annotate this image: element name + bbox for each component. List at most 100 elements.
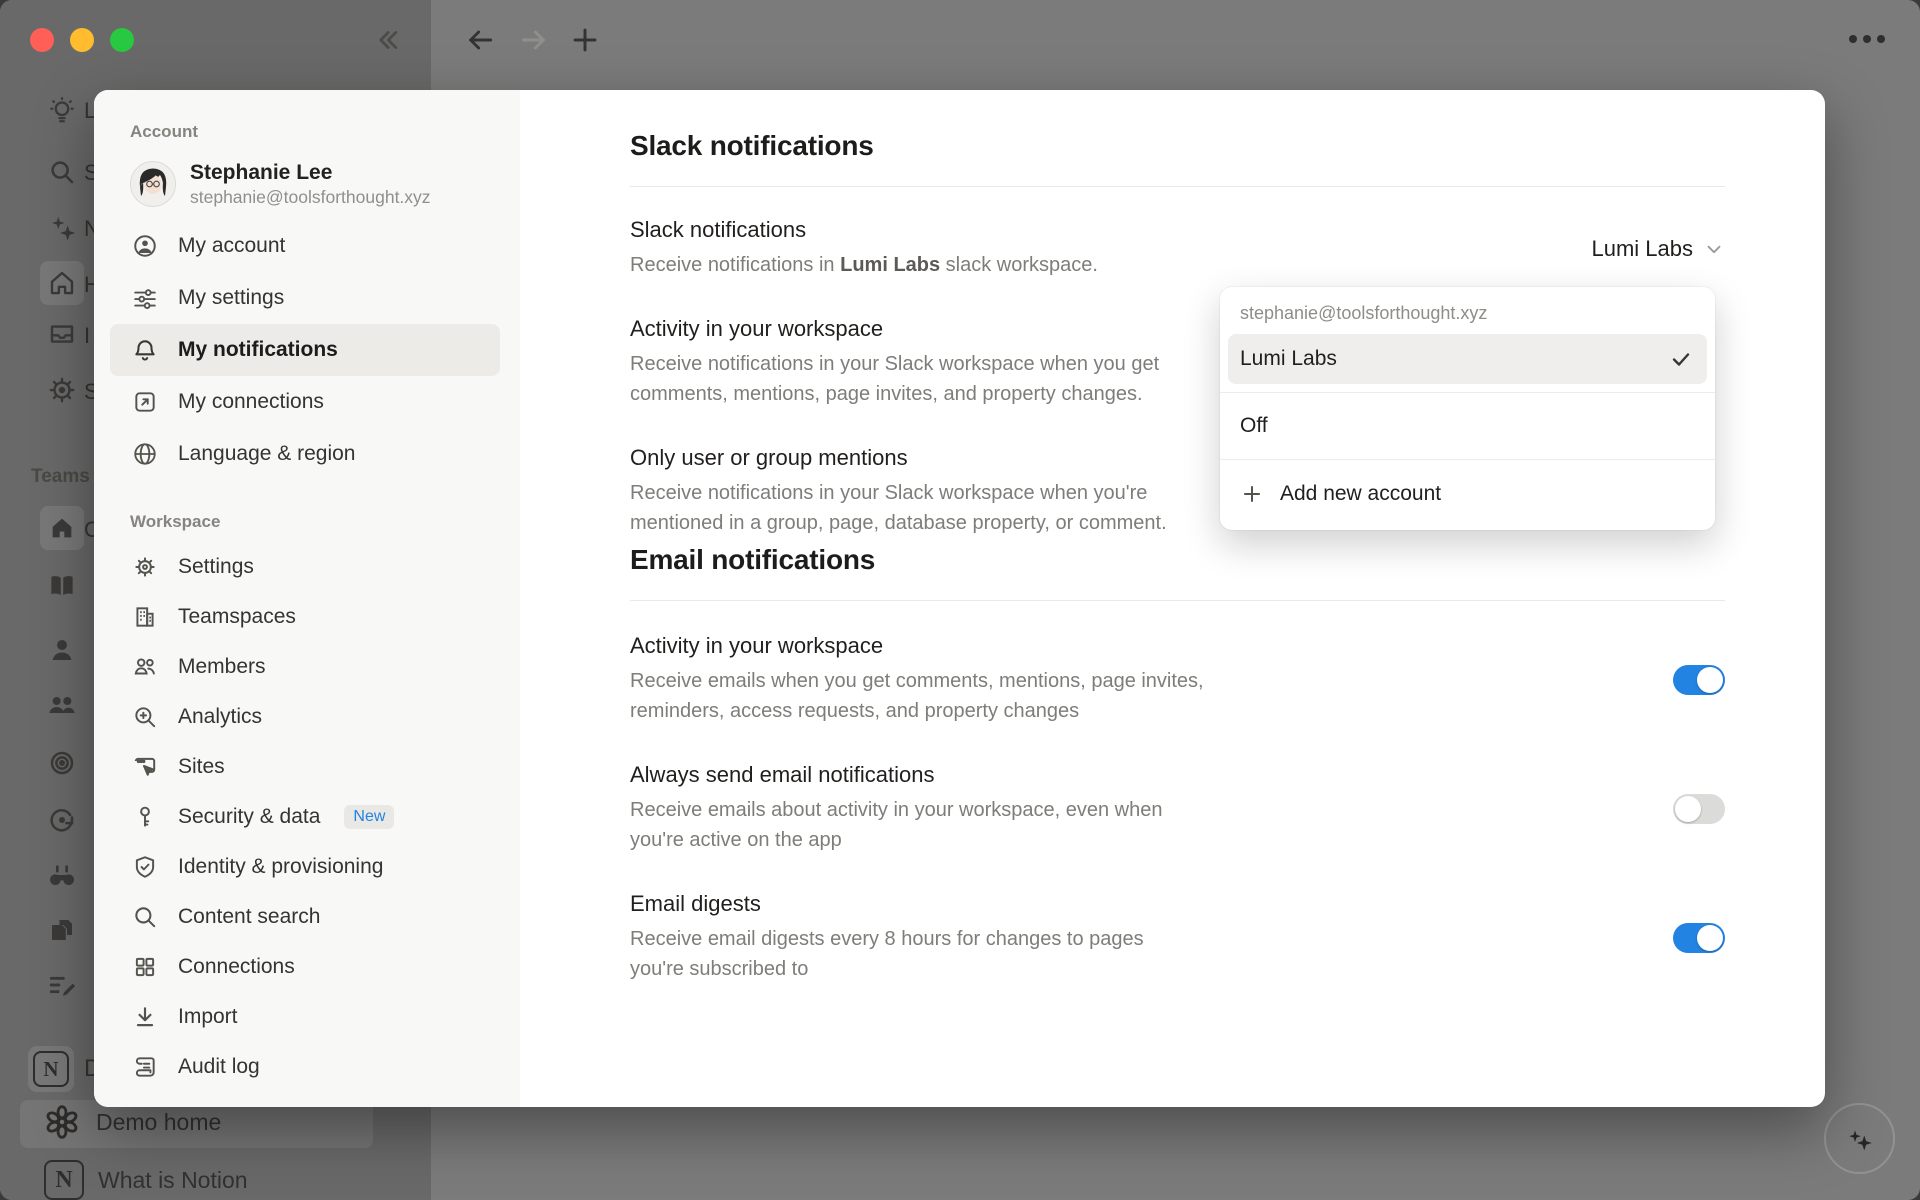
- orbit-icon[interactable]: [40, 798, 84, 842]
- sidebar-item-label: Audit log: [178, 1055, 260, 1079]
- sidebar-collapse-icon[interactable]: [372, 25, 402, 55]
- new-badge: New: [344, 805, 394, 829]
- sidebar-item-label: Language & region: [178, 442, 356, 466]
- sidebar-item-content-search[interactable]: Content search: [110, 892, 500, 942]
- sidebar-item-my-notifications[interactable]: My notifications: [110, 324, 500, 376]
- home-filled-icon[interactable]: [40, 506, 84, 550]
- slack-workspace-dropdown: stephanie@toolsforthought.xyz Lumi Labs …: [1220, 287, 1715, 530]
- dropdown-option-lumi-labs[interactable]: Lumi Labs: [1228, 334, 1707, 384]
- scroll-icon: [132, 1054, 158, 1080]
- rail-fragment: I: [84, 323, 90, 349]
- sidebar-item-security-data[interactable]: Security & data New: [110, 792, 500, 842]
- book-icon[interactable]: [40, 563, 84, 607]
- new-tab-plus-icon[interactable]: [568, 23, 602, 57]
- sidebar-item-label: Teamspaces: [178, 605, 296, 629]
- notion-logo-icon: N: [33, 1051, 69, 1087]
- notion-ai-button[interactable]: [1824, 1103, 1895, 1174]
- sidebar-item-language-region[interactable]: Language & region: [110, 428, 500, 480]
- workspace-switcher-item[interactable]: N: [28, 1046, 74, 1092]
- more-ellipsis-icon[interactable]: [1845, 28, 1889, 50]
- sidebar-item-settings[interactable]: Settings: [110, 542, 500, 592]
- compose-icon[interactable]: [40, 963, 84, 1007]
- binoculars-icon[interactable]: [40, 853, 84, 897]
- slack-section-heading: Slack notifications: [630, 130, 1725, 162]
- setting-title: Activity in your workspace: [630, 633, 1204, 659]
- back-arrow-icon[interactable]: [464, 24, 496, 56]
- account-profile[interactable]: Stephanie Lee stephanie@toolsforthought.…: [110, 152, 500, 220]
- sidebar-item-label: Connections: [178, 955, 295, 979]
- settings-modal: Account Stephanie Lee stephanie@toolsfor…: [94, 90, 1825, 1107]
- setting-description: Receive notifications in your Slack work…: [630, 349, 1159, 409]
- sidebar-item-label: Demo home: [96, 1109, 221, 1136]
- inbox-icon[interactable]: [40, 312, 84, 356]
- sparkles-icon: [1843, 1122, 1877, 1156]
- target-icon[interactable]: [40, 741, 84, 785]
- shield-check-icon: [132, 854, 158, 880]
- sidebar-item-audit-log[interactable]: Audit log: [110, 1042, 500, 1092]
- sparkles-icon[interactable]: [40, 206, 84, 250]
- forward-arrow-icon[interactable]: [518, 24, 550, 56]
- magnifier-icon: [132, 904, 158, 930]
- dropdown-add-new-account[interactable]: Add new account: [1228, 468, 1707, 520]
- search-icon[interactable]: [40, 150, 84, 194]
- home-icon[interactable]: [40, 261, 84, 305]
- lightbulb-icon[interactable]: [40, 88, 84, 132]
- section-divider: [630, 186, 1725, 187]
- sidebar-item-identity-provisioning[interactable]: Identity & provisioning: [110, 842, 500, 892]
- chevron-down-icon: [1703, 238, 1725, 260]
- arrow-down-line-icon: [132, 1004, 158, 1030]
- dropdown-option-off[interactable]: Off: [1228, 401, 1707, 451]
- florette-icon: [42, 1102, 82, 1142]
- people-icon[interactable]: [40, 683, 84, 727]
- sidebar-item-my-account[interactable]: My account: [110, 220, 500, 272]
- building-icon: [132, 604, 158, 630]
- sidebar-item-what-is-notion[interactable]: N What is Notion: [44, 1160, 248, 1200]
- setting-title: Activity in your workspace: [630, 316, 1159, 342]
- sidebar-item-label: Security & data: [178, 805, 320, 829]
- setting-title: Email digests: [630, 891, 1144, 917]
- workspace-section-label: Workspace: [110, 506, 500, 542]
- sidebar-item-label: What is Notion: [98, 1167, 248, 1194]
- pages-icon[interactable]: [40, 908, 84, 952]
- dropdown-account-header: stephanie@toolsforthought.xyz: [1228, 295, 1707, 334]
- sidebar-item-label: My notifications: [178, 338, 338, 362]
- email-digests-toggle[interactable]: [1673, 923, 1725, 953]
- option-label: Lumi Labs: [1240, 347, 1337, 371]
- sidebar-item-demo-home[interactable]: Demo home: [42, 1102, 221, 1142]
- option-label: Off: [1240, 414, 1268, 438]
- sidebar-item-label: My settings: [178, 286, 284, 310]
- sidebar-item-label: Settings: [178, 555, 254, 579]
- plus-icon: [1240, 482, 1264, 506]
- minimize-window-button[interactable]: [70, 28, 94, 52]
- setting-title: Only user or group mentions: [630, 445, 1167, 471]
- activity-email-toggle[interactable]: [1673, 665, 1725, 695]
- slack-workspace-select[interactable]: Lumi Labs: [1591, 236, 1725, 262]
- magnifier-plus-icon: [132, 704, 158, 730]
- setting-description: Receive emails about activity in your wo…: [630, 795, 1162, 855]
- close-window-button[interactable]: [30, 28, 54, 52]
- section-divider: [630, 600, 1725, 601]
- bell-icon: [132, 337, 158, 363]
- sidebar-item-label: Analytics: [178, 705, 262, 729]
- gear-icon: [132, 554, 158, 580]
- browser-cursor-icon: [132, 754, 158, 780]
- person-icon[interactable]: [40, 628, 84, 672]
- always-send-email-toggle[interactable]: [1673, 794, 1725, 824]
- arrow-up-right-square-icon: [132, 389, 158, 415]
- sidebar-item-connections[interactable]: Connections: [110, 942, 500, 992]
- app-window: L S N H I S Teams C N D: [0, 0, 1920, 1200]
- sidebar-item-label: Content search: [178, 905, 320, 929]
- sidebar-item-import[interactable]: Import: [110, 992, 500, 1042]
- sidebar-item-my-settings[interactable]: My settings: [110, 272, 500, 324]
- gear-icon[interactable]: [40, 368, 84, 412]
- key-icon: [132, 804, 158, 830]
- sidebar-item-my-connections[interactable]: My connections: [110, 376, 500, 428]
- sidebar-item-analytics[interactable]: Analytics: [110, 692, 500, 742]
- profile-email: stephanie@toolsforthought.xyz: [190, 186, 431, 208]
- setting-title: Slack notifications: [630, 217, 1098, 243]
- sidebar-item-teamspaces[interactable]: Teamspaces: [110, 592, 500, 642]
- sidebar-item-sites[interactable]: Sites: [110, 742, 500, 792]
- settings-content: Slack notifications Slack notifications …: [520, 90, 1825, 1107]
- zoom-window-button[interactable]: [110, 28, 134, 52]
- sidebar-item-members[interactable]: Members: [110, 642, 500, 692]
